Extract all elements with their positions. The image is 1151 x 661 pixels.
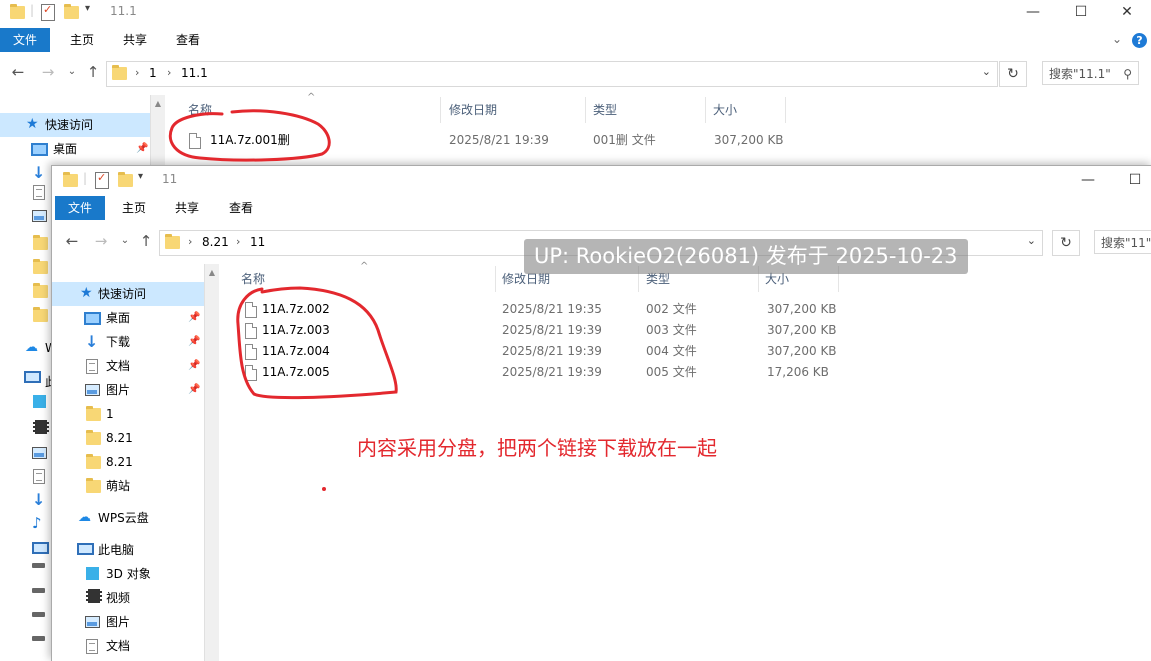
circle-mark-front-files — [236, 286, 398, 400]
circle-mark-back-file — [168, 109, 331, 162]
ink-annotations — [168, 109, 398, 400]
